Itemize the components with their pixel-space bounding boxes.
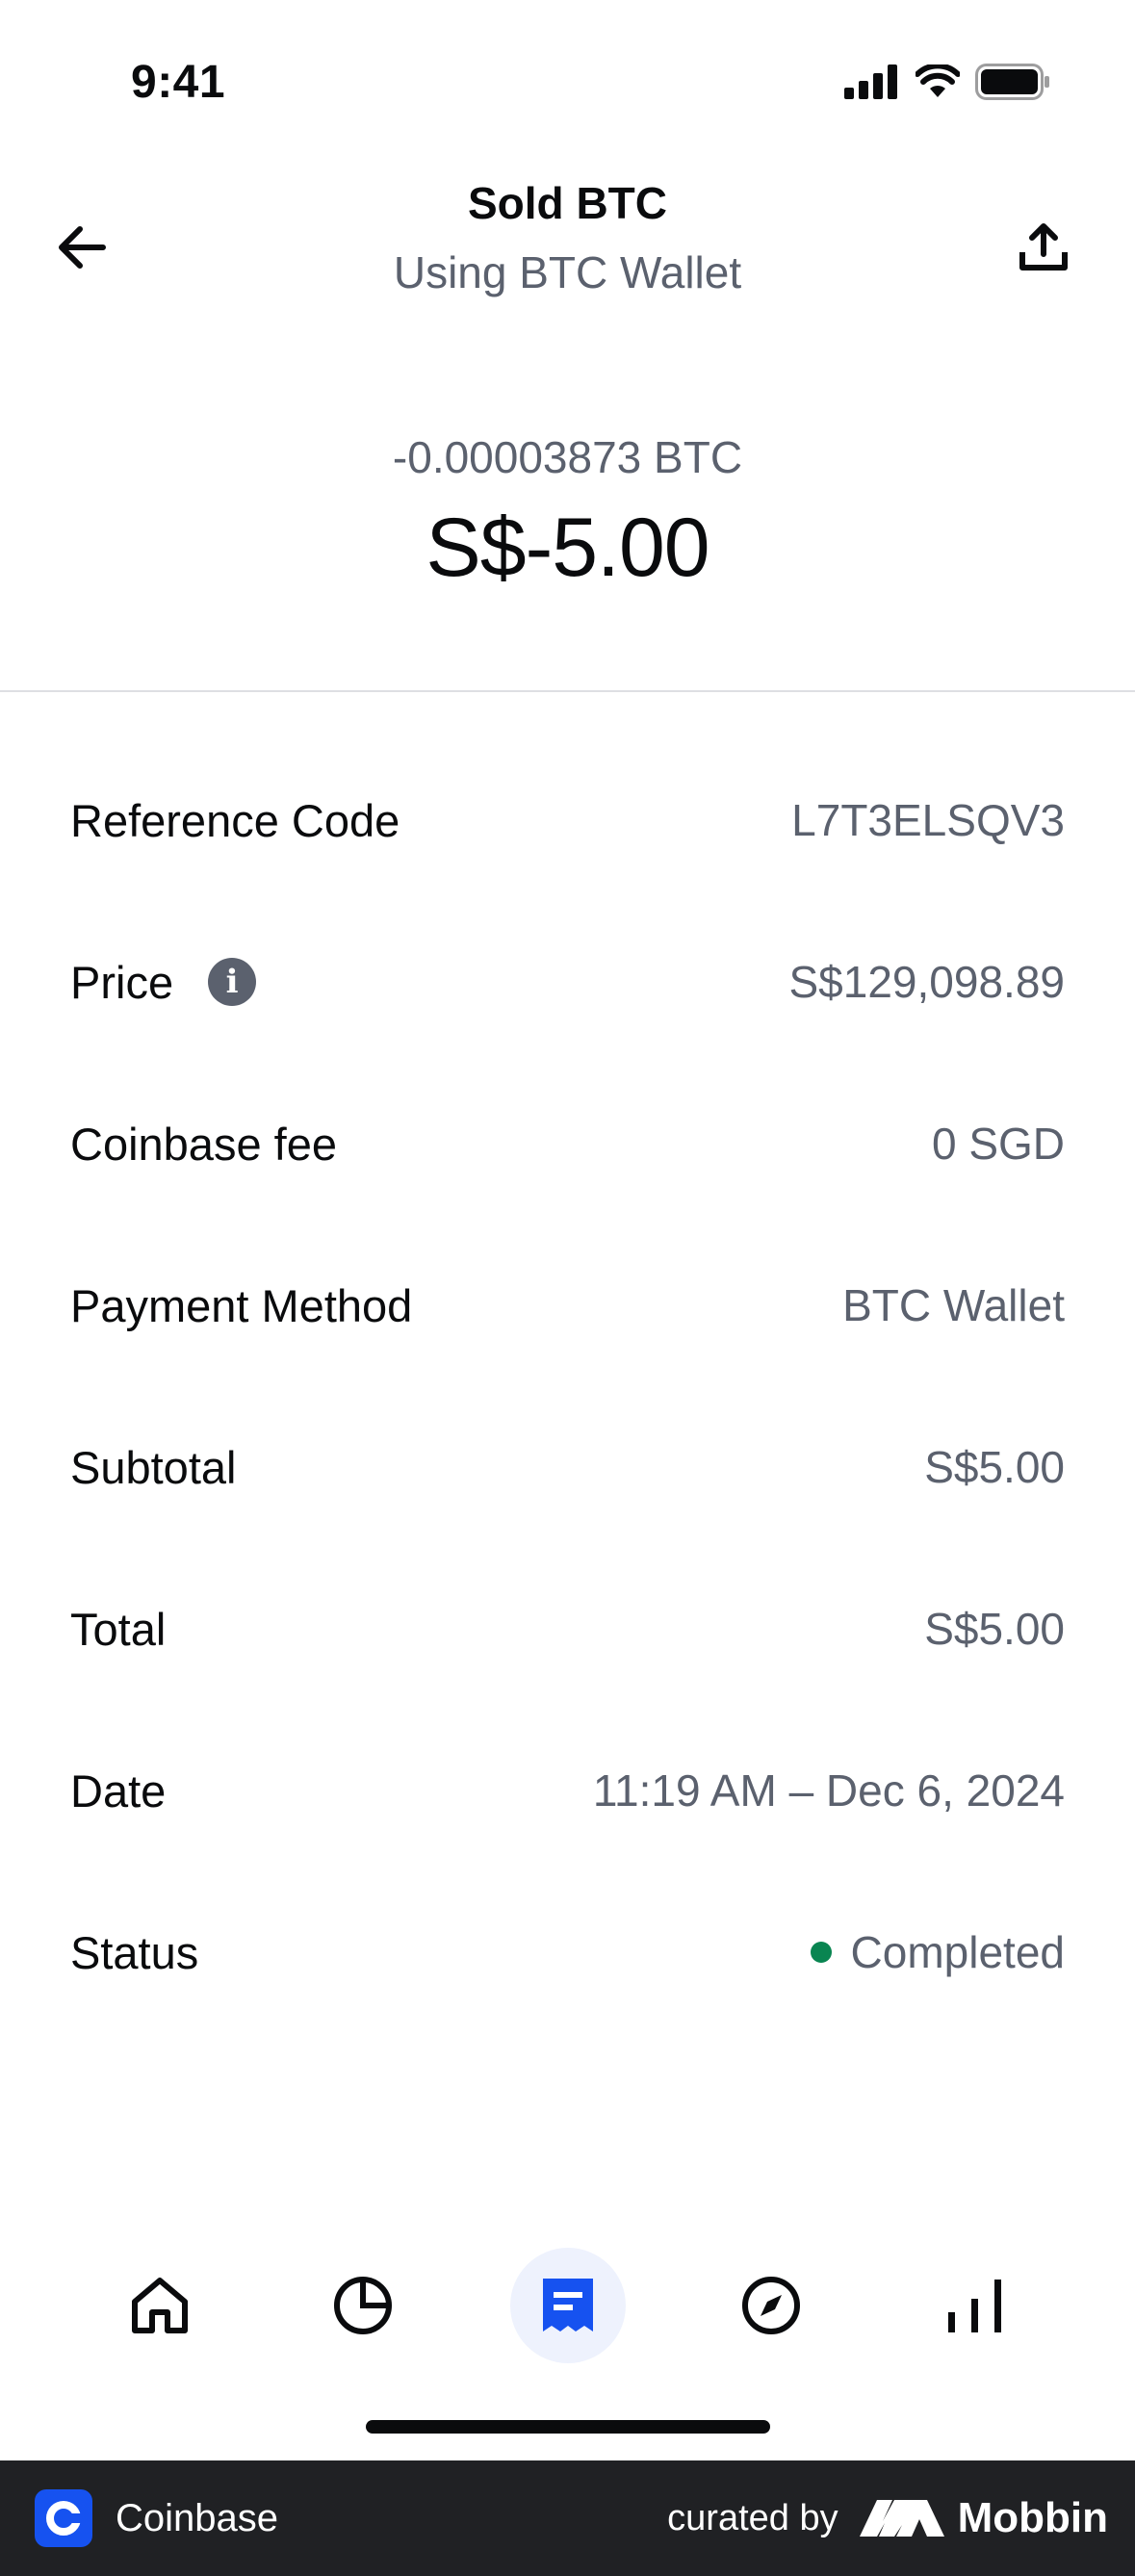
status-icons bbox=[844, 64, 1050, 100]
tab-explore[interactable] bbox=[709, 2243, 834, 2368]
detail-label: Total bbox=[70, 1603, 167, 1655]
status-bar: 9:41 bbox=[0, 0, 1135, 144]
detail-row-price: Price i S$129,098.89 bbox=[0, 901, 1135, 1063]
coinbase-logo-icon bbox=[35, 2489, 92, 2547]
status-badge: Completed bbox=[850, 1927, 1065, 1977]
detail-label: Reference Code bbox=[70, 794, 400, 846]
home-indicator[interactable] bbox=[366, 2420, 770, 2434]
detail-row-date: Date 11:19 AM – Dec 6, 2024 bbox=[0, 1710, 1135, 1871]
tab-home[interactable] bbox=[97, 2243, 222, 2368]
status-time: 9:41 bbox=[131, 57, 226, 108]
home-icon bbox=[132, 2278, 188, 2333]
detail-label: Status bbox=[70, 1926, 199, 1978]
detail-row-coinbase-fee: Coinbase fee 0 SGD bbox=[0, 1063, 1135, 1224]
detail-label-group: Price i bbox=[70, 956, 257, 1009]
tab-trade[interactable] bbox=[913, 2243, 1038, 2368]
transaction-details: Reference Code L7T3ELSQV3 Price i S$129,… bbox=[0, 739, 1135, 2033]
trade-bars-icon bbox=[948, 2280, 1001, 2332]
status-dot-icon bbox=[810, 1942, 832, 1963]
detail-value: S$5.00 bbox=[924, 1442, 1065, 1492]
detail-row-reference-code: Reference Code L7T3ELSQV3 bbox=[0, 739, 1135, 901]
detail-value: 0 SGD bbox=[931, 1119, 1065, 1169]
fiat-amount: S$-5.00 bbox=[426, 502, 709, 594]
mobbin-brand-name: Mobbin bbox=[957, 2494, 1108, 2541]
detail-label: Payment Method bbox=[70, 1279, 413, 1331]
detail-row-payment-method: Payment Method BTC Wallet bbox=[0, 1224, 1135, 1386]
detail-label: Subtotal bbox=[70, 1441, 237, 1493]
detail-value: BTC Wallet bbox=[842, 1280, 1065, 1330]
detail-value: S$5.00 bbox=[924, 1604, 1065, 1654]
share-button[interactable] bbox=[1010, 214, 1077, 281]
explore-compass-icon bbox=[742, 2277, 800, 2334]
info-icon[interactable]: i bbox=[208, 958, 257, 1006]
tab-transactions[interactable] bbox=[510, 2248, 626, 2363]
detail-value: 11:19 AM – Dec 6, 2024 bbox=[592, 1765, 1065, 1816]
bottom-tab-bar bbox=[0, 2243, 1135, 2368]
page-subtitle: Using BTC Wallet bbox=[393, 247, 742, 297]
battery-icon bbox=[975, 64, 1049, 100]
transactions-receipt-icon bbox=[543, 2279, 593, 2331]
detail-value[interactable]: L7T3ELSQV3 bbox=[791, 794, 1065, 846]
tab-portfolio[interactable] bbox=[300, 2243, 426, 2368]
detail-row-total: Total S$5.00 bbox=[0, 1548, 1135, 1710]
footer-app: Coinbase bbox=[35, 2489, 278, 2547]
page-title: Sold BTC bbox=[468, 178, 667, 228]
wifi-icon bbox=[916, 64, 960, 97]
mobbin-brand: Mobbin bbox=[859, 2494, 1108, 2542]
detail-row-status: Status Completed bbox=[0, 1871, 1135, 2033]
detail-row-subtotal: Subtotal S$5.00 bbox=[0, 1386, 1135, 1548]
header: Sold BTC Using BTC Wallet bbox=[0, 164, 1135, 337]
mobbin-logo-icon bbox=[859, 2500, 944, 2537]
attribution-footer: Coinbase curated by Mobbin bbox=[0, 2460, 1135, 2576]
crypto-amount: -0.00003873 BTC bbox=[392, 432, 743, 482]
divider bbox=[0, 690, 1135, 692]
detail-label: Coinbase fee bbox=[70, 1118, 337, 1170]
detail-label: Date bbox=[70, 1765, 167, 1816]
portfolio-pie-icon bbox=[334, 2277, 392, 2334]
footer-credit: curated by Mobbin bbox=[667, 2494, 1108, 2542]
curated-by-label: curated by bbox=[667, 2497, 838, 2538]
status-value-group: Completed bbox=[810, 1926, 1065, 1978]
detail-value: S$129,098.89 bbox=[788, 957, 1066, 1007]
footer-app-name: Coinbase bbox=[116, 2496, 279, 2539]
cellular-signal-icon bbox=[844, 64, 897, 99]
detail-label: Price bbox=[70, 956, 174, 1008]
share-upload-icon bbox=[1019, 223, 1068, 270]
